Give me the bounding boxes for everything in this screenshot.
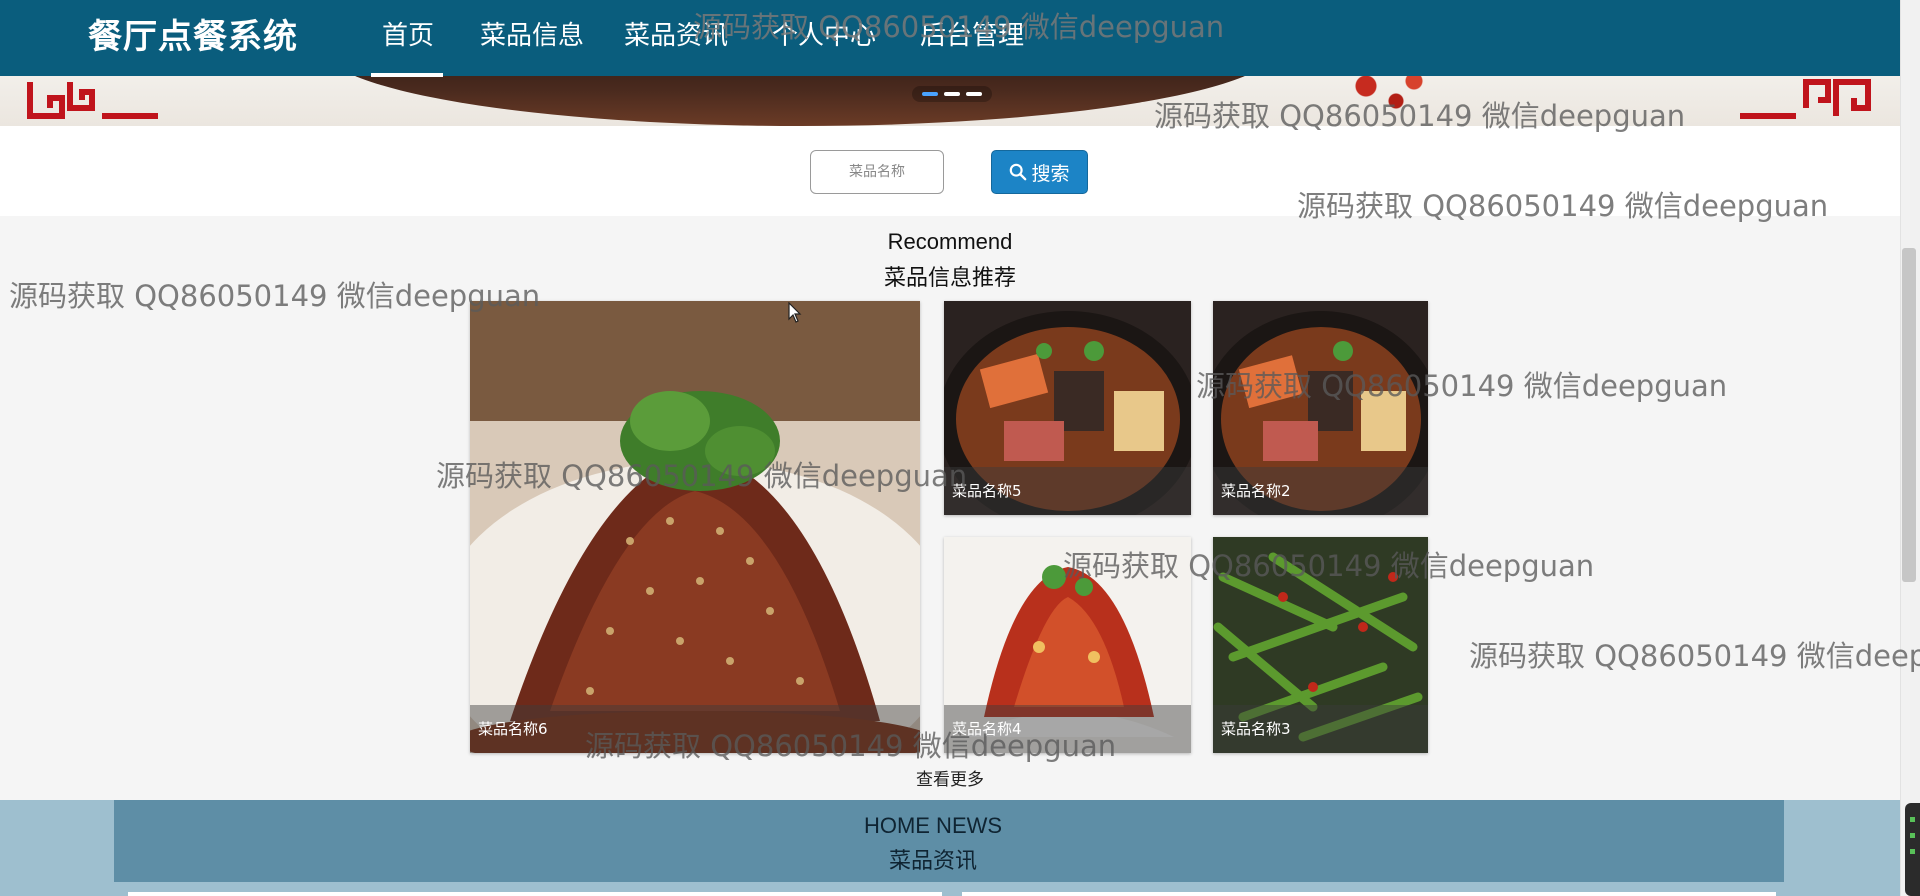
carousel-dot-1[interactable] bbox=[922, 92, 938, 96]
dish-card-small[interactable]: 菜品名称5 bbox=[944, 301, 1191, 515]
widget-indicator bbox=[1910, 817, 1915, 822]
news-title-en: HOME NEWS bbox=[863, 813, 1003, 838]
news-title-cn: 菜品资讯 bbox=[888, 849, 977, 874]
nav-home[interactable]: 首页 bbox=[382, 18, 434, 54]
dish-search-input[interactable] bbox=[810, 150, 944, 194]
site-brand[interactable]: 餐厅点餐系统 bbox=[88, 16, 298, 58]
mouse-cursor-icon bbox=[788, 302, 802, 323]
dish-card-caption: 菜品名称3 bbox=[1213, 705, 1428, 753]
search-button[interactable]: 搜索 bbox=[991, 150, 1088, 194]
search-icon bbox=[1010, 163, 1027, 181]
widget-indicator bbox=[1910, 849, 1915, 854]
recommend-title-cn: 菜品信息推荐 bbox=[883, 266, 1016, 291]
recommend-title-en: Recommend bbox=[887, 229, 1013, 254]
dish-card-large[interactable]: 菜品名称6 bbox=[470, 301, 920, 753]
search-button-label: 搜索 bbox=[1031, 163, 1070, 185]
dish-card-small[interactable]: 菜品名称2 bbox=[1213, 301, 1428, 515]
banner-food-image bbox=[320, 76, 1280, 126]
dish-card-caption: 菜品名称4 bbox=[944, 705, 1191, 753]
news-card[interactable] bbox=[128, 892, 942, 896]
dish-card-small[interactable]: 菜品名称3 bbox=[1213, 537, 1428, 753]
dish-card-caption: 菜品名称2 bbox=[1213, 467, 1428, 515]
nav-dish-news[interactable]: 菜品资讯 bbox=[624, 18, 728, 54]
page-scrollbar-thumb[interactable] bbox=[1902, 248, 1916, 582]
floating-side-widget[interactable] bbox=[1905, 803, 1920, 896]
carousel-dot-3[interactable] bbox=[966, 92, 982, 96]
widget-indicator bbox=[1910, 833, 1915, 838]
nav-active-indicator bbox=[371, 73, 443, 77]
banner-chili-decoration bbox=[1330, 76, 1450, 116]
top-navbar: 餐厅点餐系统 首页 菜品信息 菜品资讯 个人中心 后台管理 bbox=[0, 0, 1900, 77]
carousel-indicators bbox=[912, 86, 992, 102]
nav-dish-info[interactable]: 菜品信息 bbox=[480, 18, 584, 54]
search-section bbox=[0, 126, 1900, 216]
view-more-link[interactable]: 查看更多 bbox=[0, 765, 1900, 790]
dish-card-caption: 菜品名称6 bbox=[470, 705, 920, 753]
chinese-pattern-right bbox=[1740, 79, 1871, 119]
dish-card-small[interactable]: 菜品名称4 bbox=[944, 537, 1191, 753]
nav-personal-center[interactable]: 个人中心 bbox=[772, 18, 876, 54]
watermark-text: 源码获取 QQ86050149 微信deepguan bbox=[1469, 639, 1920, 673]
dish-card-caption: 菜品名称5 bbox=[944, 467, 1191, 515]
news-card[interactable] bbox=[962, 892, 1776, 896]
nav-admin[interactable]: 后台管理 bbox=[920, 18, 1024, 54]
dish-image-sliced-beef bbox=[470, 301, 920, 753]
carousel-dot-2[interactable] bbox=[944, 92, 960, 96]
chinese-pattern-left bbox=[27, 82, 158, 119]
